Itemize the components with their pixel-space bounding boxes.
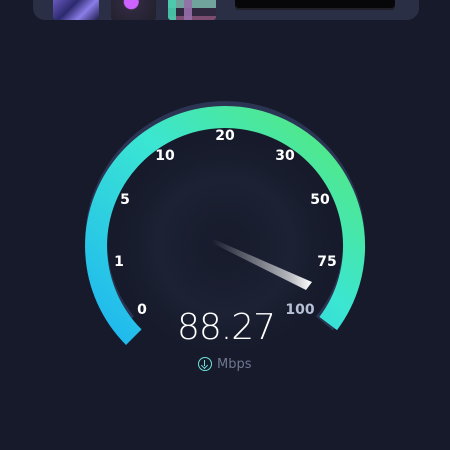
- speedtest-screen: 0 1 5 10 20 30 50 75 100 88.27 Mbps: [0, 0, 450, 450]
- tick-label-0: 0: [137, 302, 147, 318]
- tick-label-75: 75: [317, 254, 336, 270]
- tick-label-50: 50: [310, 192, 330, 208]
- unit-label-row: Mbps: [198, 354, 252, 374]
- speed-reading: 88.27: [177, 307, 276, 348]
- tick-label-20: 20: [215, 128, 235, 144]
- speed-unit: Mbps: [217, 356, 252, 372]
- tick-label-30: 30: [275, 148, 295, 164]
- download-icon: [198, 357, 212, 371]
- tick-label-100: 100: [285, 302, 314, 318]
- tick-label-10: 10: [155, 148, 175, 164]
- tick-label-1: 1: [114, 254, 124, 270]
- speed-gauge: 0 1 5 10 20 30 50 75 100: [85, 101, 366, 370]
- tick-label-5: 5: [120, 192, 130, 208]
